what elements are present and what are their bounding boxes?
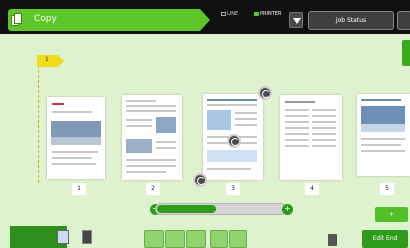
home-button[interactable] xyxy=(397,11,410,30)
page-thumbnail-5[interactable] xyxy=(357,94,410,176)
page-thumbnail-4[interactable] xyxy=(280,95,342,180)
line-status-icon xyxy=(221,11,226,16)
page-number-4: 4 xyxy=(305,183,319,195)
page-number-5: 5 xyxy=(380,183,394,195)
page-thumbnail-2[interactable] xyxy=(122,95,182,180)
zoom-out-tool[interactable] xyxy=(144,230,164,248)
chevron-down-icon[interactable] xyxy=(289,12,303,28)
page-layout-alt-icon[interactable] xyxy=(229,230,247,248)
zoom-slider[interactable] xyxy=(155,203,287,215)
rotate-icon[interactable] xyxy=(258,86,272,100)
slider-plus-button[interactable]: + xyxy=(282,204,293,215)
page-thumbnail-1[interactable] xyxy=(47,97,105,179)
line-indicator: LINE xyxy=(221,11,238,17)
copy-icon xyxy=(11,13,22,27)
printer-indicator: PRINTER xyxy=(254,11,281,17)
page-number-3: 3 xyxy=(226,183,240,195)
rotate-icon[interactable] xyxy=(227,134,241,148)
edit-end-button[interactable]: Edit End xyxy=(362,230,408,248)
side-action-button[interactable]: + xyxy=(375,207,408,222)
slider-fill xyxy=(157,205,216,213)
magnify-icon[interactable] xyxy=(165,230,185,248)
app-title: Copy xyxy=(34,14,57,24)
job-status-button[interactable]: Job Status xyxy=(308,11,394,30)
flag-marker[interactable]: 1 xyxy=(37,55,64,67)
page-number-2: 2 xyxy=(146,183,160,195)
page-layout-icon[interactable] xyxy=(210,230,228,248)
document-icon[interactable] xyxy=(82,230,92,244)
top-bar: Copy LINE PRINTER Job Status xyxy=(0,0,410,34)
page-number-1: 1 xyxy=(72,183,86,195)
printer-status-icon xyxy=(254,11,259,16)
flag-marker-label: 1 xyxy=(45,56,49,63)
zoom-in-tool[interactable] xyxy=(186,230,206,248)
marker-line xyxy=(38,65,39,183)
side-panel-tab[interactable] xyxy=(402,40,410,66)
printer-label: PRINTER xyxy=(260,11,282,17)
preview-icon[interactable] xyxy=(57,230,69,244)
trash-icon[interactable] xyxy=(328,234,337,246)
rotate-icon[interactable] xyxy=(193,173,207,187)
app-tab-copy[interactable]: Copy xyxy=(8,9,210,31)
line-label: LINE xyxy=(227,11,239,17)
